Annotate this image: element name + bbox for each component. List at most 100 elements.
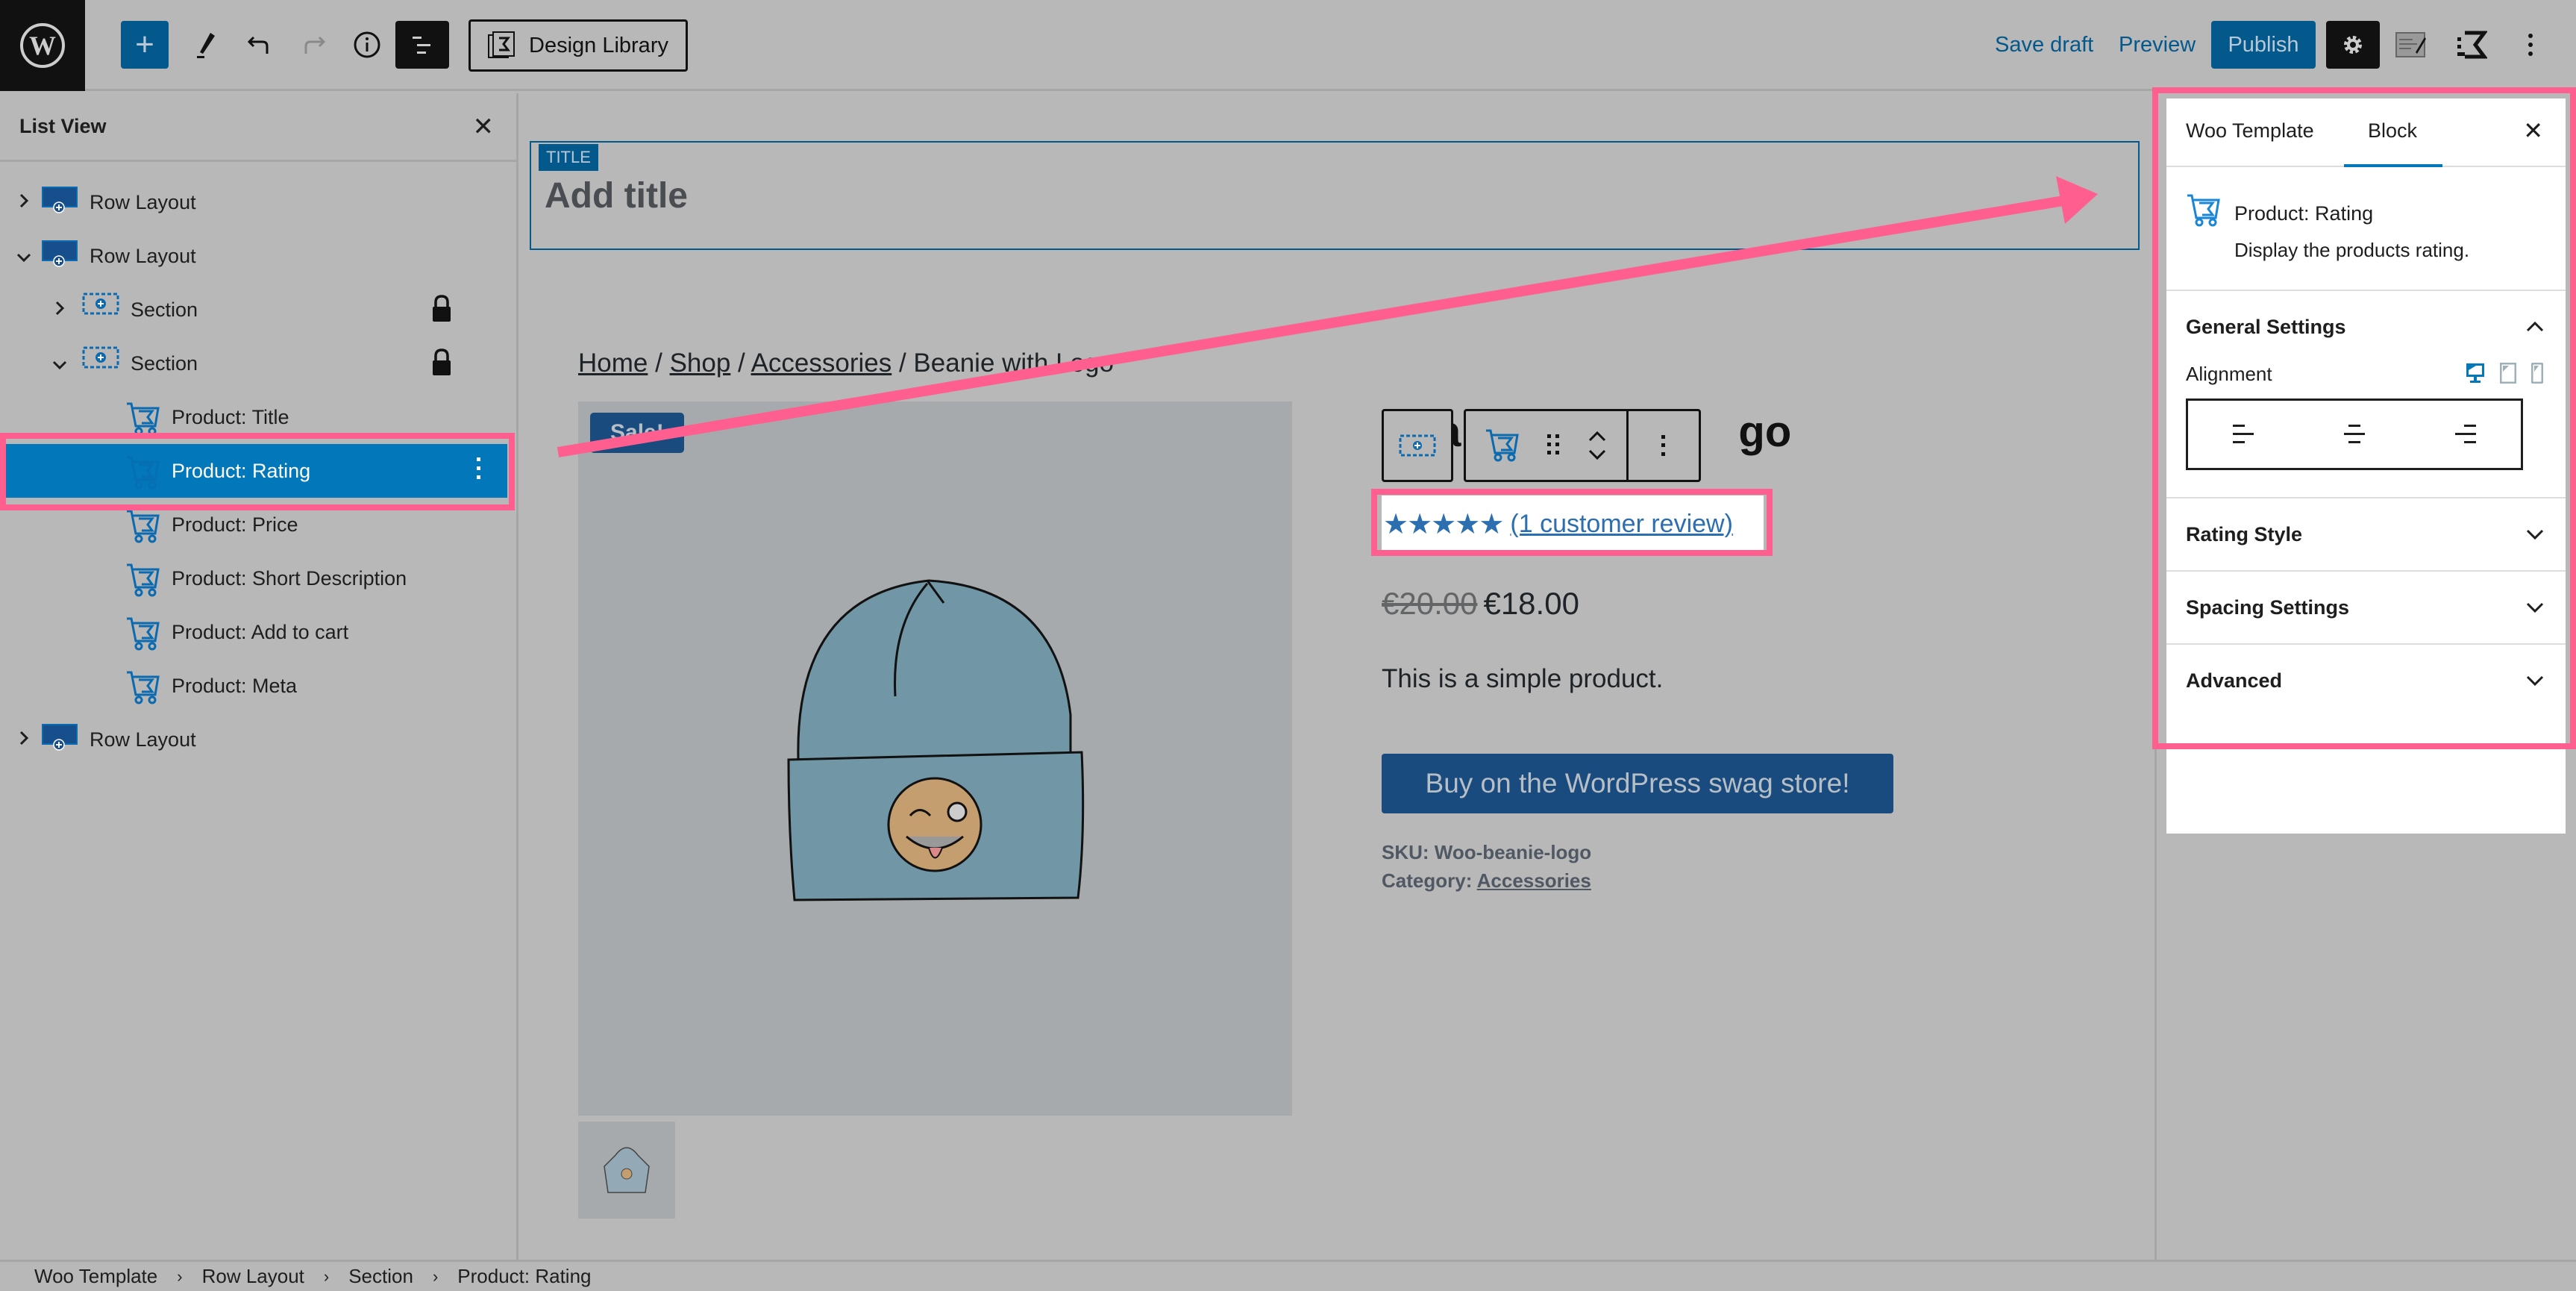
panel-toggle[interactable]: Rating Style — [2166, 498, 2566, 570]
align-right-icon[interactable] — [2454, 422, 2478, 447]
list-view-item[interactable]: Section — [0, 337, 507, 390]
product-gallery[interactable]: Sale! — [578, 401, 1292, 1116]
list-view-item[interactable]: Product: Meta — [0, 659, 507, 713]
tablet-icon[interactable] — [2500, 363, 2516, 384]
block-options-button[interactable] — [1629, 433, 1699, 458]
gallery-thumbnail[interactable] — [578, 1122, 675, 1219]
footer-breadcrumb-item[interactable]: Row Layout — [202, 1265, 304, 1288]
settings-toggle[interactable] — [2326, 21, 2380, 69]
drag-handle-icon — [1547, 434, 1560, 454]
details-button[interactable] — [345, 21, 389, 69]
post-title-block[interactable]: TITLE Add title — [530, 141, 2140, 250]
list-view-item[interactable]: Product: Rating — [0, 444, 507, 498]
product-cart-icon — [125, 668, 161, 710]
list-item-options-icon[interactable] — [476, 454, 482, 487]
more-vertical-icon — [1661, 435, 1665, 456]
move-up-icon[interactable] — [1587, 431, 1608, 443]
list-view-item[interactable]: Row Layout — [0, 713, 507, 766]
lock-icon[interactable] — [431, 348, 452, 382]
tools-button[interactable] — [184, 21, 228, 69]
select-parent-button[interactable] — [1382, 409, 1453, 482]
chevron-right-icon[interactable] — [15, 728, 33, 751]
breadcrumb-separator: / — [648, 348, 670, 378]
move-down-icon[interactable] — [1587, 448, 1608, 460]
breadcrumb-link[interactable]: Accessories — [751, 348, 892, 378]
list-view-toggle[interactable] — [395, 21, 449, 69]
lock-icon[interactable] — [431, 295, 452, 328]
tab-block[interactable]: Block — [2368, 119, 2417, 143]
star-icon: ★ — [1407, 508, 1432, 540]
desktop-icon[interactable] — [2466, 363, 2485, 384]
section-icon — [82, 346, 119, 375]
list-view-item[interactable]: Row Layout — [0, 229, 507, 283]
list-view-item[interactable]: Product: Title — [0, 390, 507, 444]
category-link[interactable]: Accessories — [1477, 869, 1591, 892]
list-view-item-label: Product: Short Description — [172, 566, 407, 590]
sidebar-close-button[interactable]: ✕ — [2523, 116, 2543, 145]
move-buttons — [1587, 431, 1608, 460]
chevron-down-icon[interactable] — [51, 352, 69, 375]
design-library-button[interactable]: Design Library — [468, 19, 688, 72]
kadence-icon — [2457, 31, 2487, 59]
footer-breadcrumb-item[interactable]: Woo Template — [34, 1265, 157, 1288]
product-rating-block[interactable]: ★★★★★ (1 customer review) — [1382, 496, 1764, 552]
sku-label: SKU: — [1382, 841, 1429, 863]
plus-icon: + — [135, 26, 154, 63]
panel-toggle[interactable]: Advanced — [2166, 645, 2566, 716]
publish-button[interactable]: Publish — [2211, 21, 2316, 69]
block-inserter-button[interactable]: + — [121, 21, 169, 69]
product-cart-icon — [125, 453, 161, 496]
breadcrumb-link[interactable]: Shop — [670, 348, 731, 378]
panel-toggle[interactable]: Spacing Settings — [2166, 572, 2566, 643]
section-icon — [82, 292, 119, 321]
wordpress-logo[interactable]: W — [0, 0, 85, 91]
panel-rating-style: Rating Style — [2166, 498, 2566, 572]
drag-handle[interactable] — [1546, 431, 1561, 460]
list-view-item[interactable]: Product: Add to cart — [0, 605, 507, 659]
preview-button[interactable]: Preview — [2119, 21, 2196, 69]
star-rating: ★★★★★ — [1383, 507, 1504, 541]
chevron-right-icon[interactable] — [15, 191, 33, 214]
options-menu-button[interactable] — [2508, 21, 2553, 69]
list-view-item[interactable]: Product: Price — [0, 498, 507, 551]
device-switcher — [2466, 363, 2543, 384]
list-view-item[interactable]: Section — [0, 283, 507, 337]
kadence-button[interactable] — [2448, 21, 2493, 69]
sku-value: Woo-beanie-logo — [1434, 841, 1592, 863]
panel-general-settings: General Settings Alignment — [2166, 291, 2566, 498]
undo-button[interactable] — [237, 21, 282, 69]
block-toolbar-group — [1466, 411, 1629, 480]
star-icon: ★ — [1383, 508, 1408, 540]
breadcrumb-current: Beanie with Logo — [913, 348, 1114, 378]
chevron-right-icon[interactable] — [51, 298, 69, 322]
chevron-down-icon — [2526, 529, 2544, 540]
list-view-item-label: Product: Meta — [172, 674, 298, 697]
tab-woo-template[interactable]: Woo Template — [2186, 119, 2314, 143]
block-type-button[interactable] — [1485, 426, 1520, 466]
customer-review-link[interactable]: (1 customer review) — [1510, 510, 1733, 539]
list-view-item[interactable]: Product: Short Description — [0, 551, 507, 605]
footer-breadcrumb-item[interactable]: Section — [348, 1265, 413, 1288]
panel-toggle[interactable]: General Settings — [2166, 291, 2566, 363]
buy-button[interactable]: Buy on the WordPress swag store! — [1382, 754, 1893, 813]
save-draft-button[interactable]: Save draft — [1995, 21, 2093, 69]
redo-button[interactable] — [291, 21, 336, 69]
info-icon — [354, 31, 380, 58]
mobile-icon[interactable] — [2531, 363, 2543, 384]
product-cart-icon — [125, 560, 161, 603]
chevron-up-icon — [2526, 321, 2544, 332]
list-view-close-button[interactable]: ✕ — [473, 112, 495, 142]
breadcrumb-link[interactable]: Home — [578, 348, 648, 378]
pencil-icon — [197, 33, 215, 58]
align-left-icon[interactable] — [2231, 422, 2255, 447]
product-title-end: go — [1738, 407, 1792, 456]
chevron-down-icon — [2526, 675, 2544, 687]
gear-icon — [2344, 36, 2362, 54]
list-view-item-label: Product: Rating — [172, 459, 311, 482]
list-view-header: List View ✕ — [0, 93, 516, 162]
chevron-down-icon[interactable] — [15, 245, 33, 268]
align-center-icon[interactable] — [2342, 422, 2366, 447]
list-view-item[interactable]: Row Layout — [0, 175, 507, 229]
document-overview-button[interactable] — [2389, 21, 2434, 69]
title-placeholder[interactable]: Add title — [545, 175, 688, 216]
